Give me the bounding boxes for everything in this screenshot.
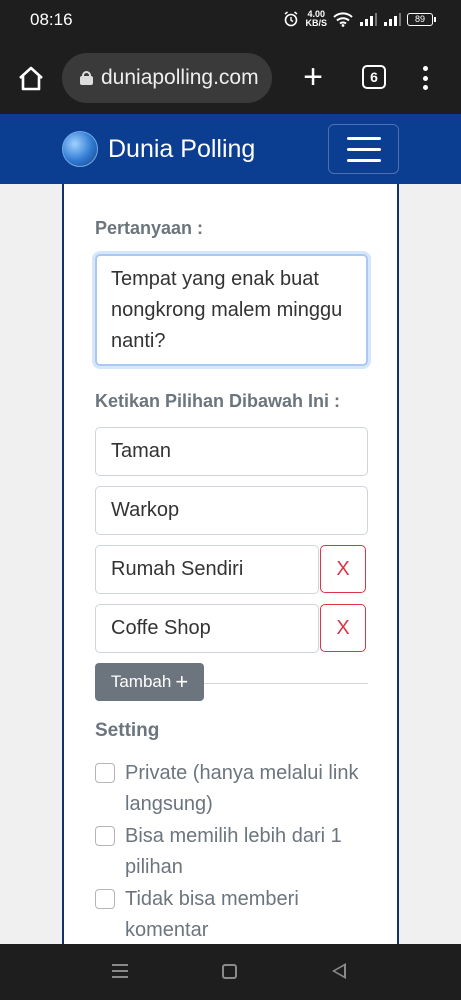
multiple-choice-label: Bisa memilih lebih dari 1 pilihan [125, 825, 342, 878]
site-navbar: Dunia Polling [0, 114, 461, 184]
remove-option-button-4[interactable]: X [320, 604, 366, 652]
home-nav-icon[interactable] [222, 964, 237, 979]
options-label: Ketikan Pilihan Dibawah Ini : [95, 391, 341, 411]
no-comment-label: Tidak bisa memberi komentar [125, 888, 299, 941]
brand-link[interactable]: Dunia Polling [62, 131, 255, 167]
main-content: Pertanyaan : Tempat yang enak buat nongk… [0, 184, 461, 944]
plus-icon: + [175, 669, 189, 694]
system-nav-bar [0, 944, 461, 1000]
navbar-toggler-button[interactable] [328, 124, 399, 174]
battery-icon: 89 [407, 12, 436, 26]
status-bar: 08:16 4.00 KB/S 89 [0, 0, 461, 42]
remove-option-button-3[interactable]: X [320, 545, 366, 593]
signal-icon [360, 13, 377, 26]
address-bar[interactable]: duniapolling.com [62, 53, 272, 103]
wifi-icon [333, 11, 353, 27]
globe-logo-icon [62, 131, 98, 167]
option-input-2[interactable]: Warkop [95, 486, 368, 535]
option-input-1[interactable]: Taman [95, 427, 368, 476]
setting-multiple-choice[interactable]: Bisa memilih lebih dari 1 pilihan [95, 821, 365, 883]
back-icon[interactable] [332, 963, 346, 979]
url-text: duniapolling.com [101, 66, 259, 89]
poll-form-card: Pertanyaan : Tempat yang enak buat nongk… [62, 184, 399, 944]
option-input-4[interactable]: Coffe Shop [95, 604, 319, 653]
more-menu-icon[interactable] [418, 64, 432, 92]
private-label: Private (hanya melalui link langsung) [125, 762, 359, 815]
multiple-choice-checkbox[interactable] [95, 826, 115, 846]
add-option-button[interactable]: Tambah + [95, 663, 204, 701]
setting-title: Setting [95, 720, 160, 741]
tab-switcher-button[interactable]: 6 [362, 65, 386, 89]
private-checkbox[interactable] [95, 763, 115, 783]
setting-no-comment[interactable]: Tidak bisa memberi komentar [95, 884, 365, 946]
browser-toolbar: duniapolling.com + 6 [0, 42, 461, 114]
question-label: Pertanyaan : [95, 218, 204, 238]
recents-icon[interactable] [112, 964, 128, 978]
divider [204, 683, 368, 684]
option-input-3[interactable]: Rumah Sendiri [95, 545, 319, 594]
lock-icon [80, 71, 93, 85]
add-option-label: Tambah [110, 672, 172, 691]
signal-icon-2 [384, 13, 401, 26]
status-time: 08:16 [30, 10, 73, 29]
setting-private[interactable]: Private (hanya melalui link langsung) [95, 758, 365, 820]
new-tab-button[interactable]: + [298, 60, 328, 94]
question-textarea[interactable]: Tempat yang enak buat nongkrong malem mi… [95, 254, 368, 366]
no-comment-checkbox[interactable] [95, 889, 115, 909]
brand-name: Dunia Polling [108, 134, 256, 163]
battery-level: 89 [414, 14, 425, 24]
home-icon[interactable] [16, 64, 46, 94]
status-icons: 4.00 KB/S 89 [283, 9, 436, 28]
alarm-icon [285, 11, 298, 27]
network-speed: 4.00 KB/S [305, 9, 327, 28]
